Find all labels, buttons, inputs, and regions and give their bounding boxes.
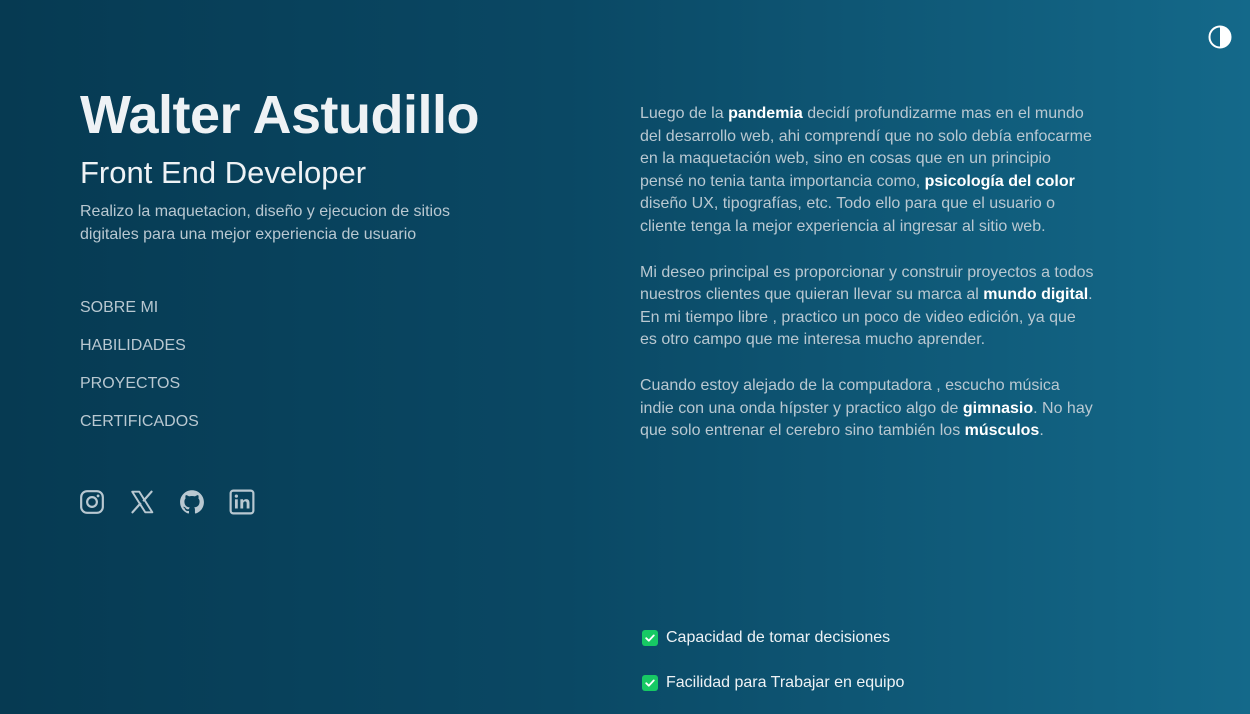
contrast-icon: [1208, 25, 1232, 49]
highlight-mundo-digital: mundo digital: [983, 286, 1089, 304]
github-link[interactable]: [179, 489, 205, 515]
tagline: Realizo la maquetacion, diseño y ejecuci…: [80, 203, 450, 243]
skill-label: Capacidad de tomar decisiones: [666, 629, 891, 646]
list-item: Capacidad de tomar decisiones: [642, 627, 904, 649]
x-twitter-link[interactable]: [129, 489, 155, 515]
job-title: Front End Developer: [80, 155, 367, 190]
skill-label: Facilidad para Trabajar en equipo: [666, 674, 905, 691]
highlight-musculos: músculos: [964, 422, 1040, 440]
social-links: [79, 489, 255, 515]
about-paragraph-3: Cuando estoy alejado de la computadora ,…: [640, 376, 1093, 440]
checkmark-icon: [642, 630, 658, 646]
nav-item-proyectos[interactable]: PROYECTOS: [80, 373, 180, 395]
checkmark-icon: [642, 675, 658, 691]
instagram-icon: [80, 490, 104, 514]
github-icon: [180, 490, 204, 514]
list-item: Facilidad para Trabajar en equipo: [642, 672, 904, 694]
nav-item-sobre-mi[interactable]: SOBRE MI: [80, 297, 158, 319]
theme-toggle-button[interactable]: [1208, 25, 1232, 49]
highlight-pandemia: pandemia: [728, 105, 803, 122]
about-section: Luego de la pandemia decidí profundizarm…: [640, 103, 1095, 466]
about-paragraph-2: Mi deseo principal es proporcionar y con…: [640, 263, 1094, 349]
page-title: Walter Astudillo: [80, 85, 480, 145]
highlight-psicologia-del-color: psicología del color: [924, 172, 1075, 190]
linkedin-icon: [229, 489, 255, 515]
nav-item-certificados[interactable]: CERTIFICADOS: [80, 411, 199, 433]
x-twitter-icon: [131, 490, 154, 514]
linkedin-link[interactable]: [229, 489, 255, 515]
section-nav: SOBRE MI HABILIDADES PROYECTOS CERTIFICA…: [80, 297, 199, 449]
intro-section: Walter Astudillo Front End Developer Rea…: [80, 84, 540, 246]
soft-skills-list: Capacidad de tomar decisiones Facilidad …: [642, 627, 904, 714]
nav-item-habilidades[interactable]: HABILIDADES: [80, 335, 186, 357]
highlight-gimnasio: gimnasio: [962, 399, 1034, 417]
about-paragraph-1: Luego de la pandemia decidí profundizarm…: [640, 105, 1092, 235]
instagram-link[interactable]: [79, 489, 105, 515]
